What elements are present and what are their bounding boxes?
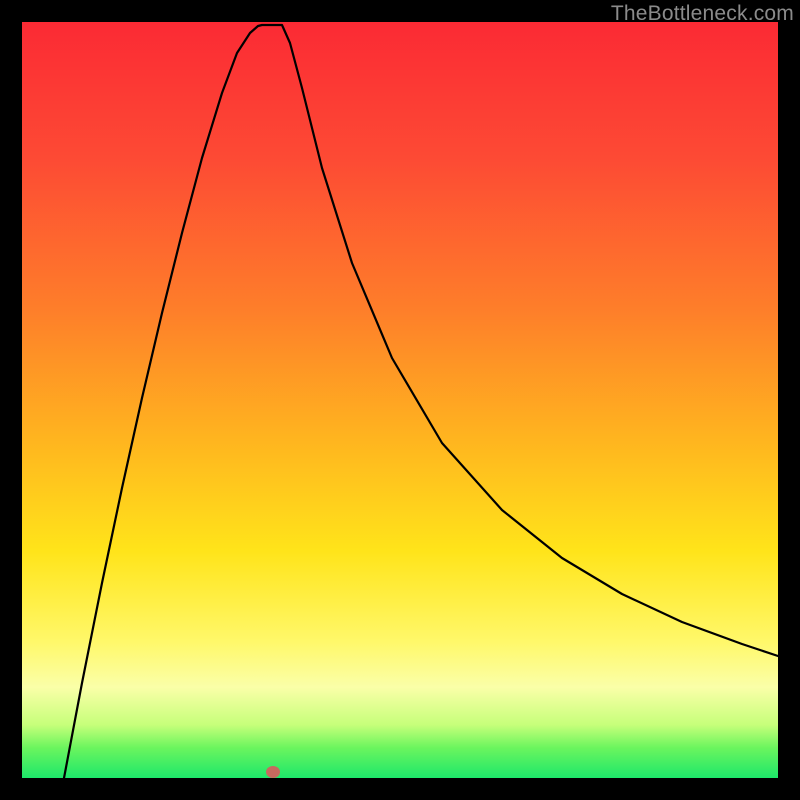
chart-frame: TheBottleneck.com xyxy=(0,0,800,800)
watermark-text: TheBottleneck.com xyxy=(611,2,794,26)
bottleneck-curve xyxy=(22,22,778,778)
plot-area xyxy=(22,22,778,778)
marker-dot xyxy=(266,766,280,778)
curve-path xyxy=(64,25,778,778)
